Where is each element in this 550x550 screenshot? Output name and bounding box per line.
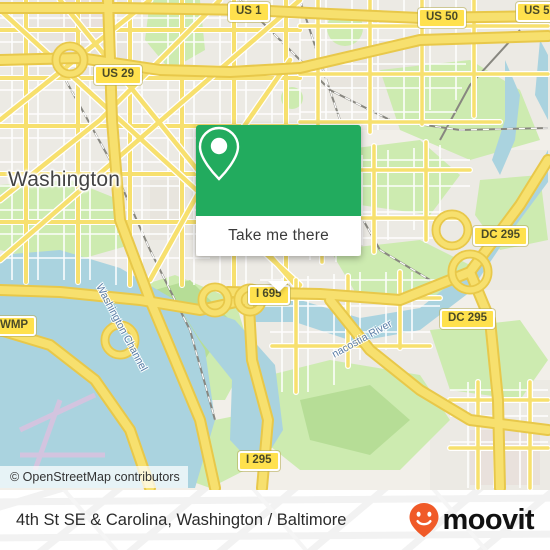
map-shield-us-50-b[interactable]: US 50 — [516, 2, 550, 22]
map-shield-dc-295[interactable]: DC 295 — [473, 226, 528, 246]
moovit-smiley-pin-icon — [409, 503, 439, 538]
location-pin-icon — [198, 126, 240, 181]
station-title-text: 4th St SE & Carolina, Washington / Balti… — [16, 510, 347, 529]
moovit-station-page: Washington Washington Channel nacostia R… — [0, 0, 550, 550]
map-shield-us-50[interactable]: US 50 — [418, 8, 466, 28]
footer-bar: 4th St SE & Carolina, Washington / Balti… — [0, 490, 550, 550]
map-shield-i-295[interactable]: I 295 — [238, 451, 280, 471]
station-title: 4th St SE & Carolina, Washington / Balti… — [16, 490, 346, 550]
moovit-wordmark: moovit — [442, 503, 535, 536]
take-me-there-label: Take me there — [228, 227, 329, 244]
map-shield-gwmp[interactable]: WMP — [0, 316, 37, 336]
moovit-logo[interactable]: moovit — [408, 490, 535, 550]
map-canvas[interactable]: Washington Washington Channel nacostia R… — [0, 0, 550, 490]
take-me-there-button[interactable]: Take me there — [196, 216, 361, 256]
map-shield-us-29[interactable]: US 29 — [94, 65, 142, 85]
popup-pointer-tail — [267, 281, 290, 292]
take-me-there-popup[interactable]: Take me there — [196, 125, 361, 292]
map-shield-us-1[interactable]: US 1 — [228, 2, 270, 22]
popup-header — [196, 125, 361, 216]
map-label-washington: Washington — [8, 168, 121, 191]
map-shield-dc-295-b[interactable]: DC 295 — [440, 309, 495, 329]
map-attribution[interactable]: © OpenStreetMap contributors — [0, 466, 188, 488]
